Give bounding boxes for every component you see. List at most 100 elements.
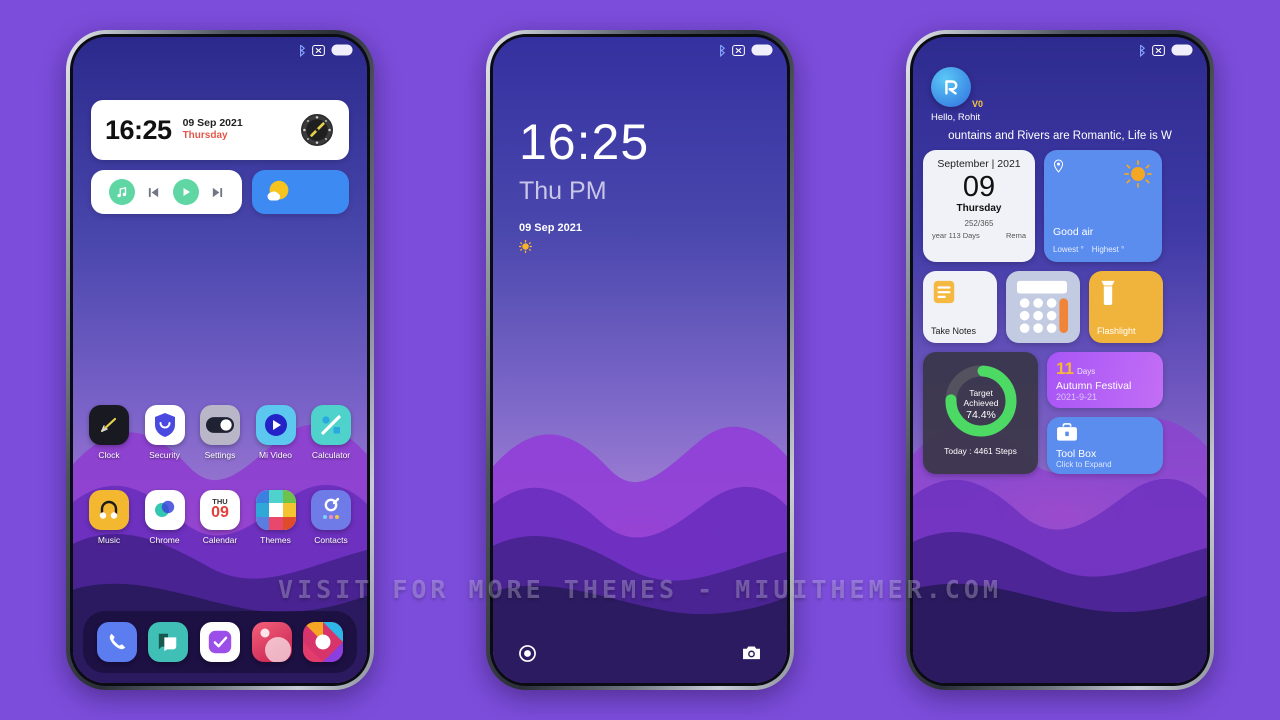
avatar-badge: V0 [971,99,983,109]
steps-progress-ring: Target Achieved 74.4% [945,365,1016,437]
contacts-icon [311,490,351,530]
phone-device-1: 16:25 09 Sep 2021 Thursday Clock Securit… [66,30,374,690]
steps-title2: Achieved [963,398,998,408]
toolbox-icon [1057,423,1077,441]
festival-countdown-row: 11 Days [1056,359,1154,379]
camera-icon[interactable] [742,645,761,667]
app-contacts[interactable]: Contacts [307,490,355,545]
gallery-icon[interactable] [251,622,292,662]
lockscreen-shortcuts [493,645,787,667]
quote-text: ountains and Rivers are Romantic, Life i… [948,130,1172,142]
calendar-widget[interactable]: September | 2021 09 Thursday 252/365 yea… [923,150,1035,262]
calendar-remaining: Rema [1005,231,1026,241]
calendar-month-year: September | 2021 [937,158,1021,170]
calendar-weekday: Thursday [956,203,1002,215]
lockscreen-clock: 16:25 Thu PM 09 Sep 2021 [519,117,649,258]
temp-lowest: Lowest ° [1053,245,1084,254]
shield-icon [144,405,185,445]
phone-bezel-2: 16:25 Thu PM 09 Sep 2021 [490,34,790,686]
phone-icon[interactable] [96,622,137,662]
toolbox-widget[interactable]: Tool Box Click to Expand [1047,417,1163,474]
temp-highest: Highest ° [1091,245,1125,254]
sun-cloud-icon [267,180,289,201]
screenshot-stage: 16:25 09 Sep 2021 Thursday Clock Securit… [0,0,1280,720]
music-note-icon[interactable] [109,179,136,205]
phone-screen-2: 16:25 Thu PM 09 Sep 2021 [493,37,787,683]
sun-icon [1124,160,1152,193]
app-calendar[interactable]: THU 09 Calendar [196,490,244,545]
themes-grid-icon [255,490,296,530]
steps-caption: Today : 4461 Steps [944,446,1017,456]
lockscreen-time: 16:25 [519,114,650,170]
app-mi-video[interactable]: Mi Video [252,405,300,460]
shortcut-take-notes[interactable]: Take Notes [923,271,997,343]
temp-range: Lowest ° Highest ° [1053,245,1124,254]
phone-bezel-1: 16:25 09 Sep 2021 Thursday Clock Securit… [70,34,370,686]
clock-time: 16:25 [105,114,172,145]
app-themes[interactable]: Themes [252,490,300,545]
festival-date: 2021-9-21 [1056,392,1098,402]
phone-screen-3: V0 Hello, Rohit ountains and Rivers are … [913,37,1207,683]
play-icon[interactable] [172,179,199,205]
phone-screen-1: 16:25 09 Sep 2021 Thursday Clock Securit… [73,37,367,683]
clock-date: 09 Sep 2021 [182,117,243,130]
festival-days-label: Days [1076,367,1096,376]
shortcut-calculator[interactable] [1006,271,1080,343]
phone-frame-1: 16:25 09 Sep 2021 Thursday Clock Securit… [66,30,374,690]
dock [83,611,357,673]
toolbox-title: Tool Box [1056,448,1097,460]
app-label: Contacts [314,535,348,545]
weather-widget-3[interactable]: Good air Lowest ° Highest ° [1044,150,1162,262]
messages-icon[interactable] [148,622,189,662]
toolbox-subtitle: Click to Expand [1056,460,1112,469]
compass-icon [301,114,333,146]
lockscreen-ampm: Thu PM [519,177,607,205]
app-label: Clock [98,450,120,460]
status-bar-2 [493,37,787,63]
percent-icon [311,405,351,445]
app-security[interactable]: Security [141,405,189,460]
bluetooth-icon [300,44,306,57]
calendar-day: 09 [211,504,229,522]
previous-track-icon[interactable] [147,186,160,199]
widget-dashboard: V0 Hello, Rohit ountains and Rivers are … [913,37,1207,683]
record-circle-icon[interactable] [519,645,536,667]
check-square-icon[interactable] [199,622,240,662]
festival-days: 11 [1056,359,1074,378]
calendar-day-number: 09 [962,171,996,203]
air-quality-text: Good air [1053,226,1094,238]
battery-icon [751,44,773,56]
festival-widget[interactable]: 11 Days Autumn Festival 2021-9-21 [1047,352,1163,408]
battery-icon [331,44,353,56]
calendar-footer: year 113 Days Rema [929,231,1029,240]
silent-mode-icon [1152,44,1165,56]
app-calculator[interactable]: Calculator [307,405,355,460]
calendar-elapsed: year 113 Days [932,231,980,241]
avatar[interactable]: V0 [931,67,983,109]
next-track-icon[interactable] [211,186,224,199]
app-label: Security [149,450,180,460]
app-chrome[interactable]: Chrome [141,490,189,545]
app-settings[interactable]: Settings [196,405,244,460]
shortcut-flashlight[interactable]: Flashlight [1089,271,1163,343]
music-widget[interactable] [91,170,243,214]
app-music[interactable]: Music [85,490,133,545]
weather-widget[interactable] [252,170,350,214]
steps-widget[interactable]: Target Achieved 74.4% Today : 4461 Steps [923,352,1038,474]
camera-pinwheel-icon[interactable] [303,622,344,662]
steps-percent: 74.4% [966,409,996,421]
phone-frame-2: 16:25 Thu PM 09 Sep 2021 [486,30,794,690]
app-clock[interactable]: Clock [85,405,133,460]
widget-row-2 [91,170,350,214]
play-circle-icon [255,405,296,445]
clock-icon [89,405,129,445]
bluetooth-icon [720,44,726,57]
profile-header: V0 Hello, Rohit [923,67,1197,123]
weather-sun-icon [519,240,649,258]
lockscreen-date: 09 Sep 2021 [519,222,582,234]
phone-device-2: 16:25 Thu PM 09 Sep 2021 [486,30,794,690]
greeting-text: Hello, Rohit [931,112,981,123]
app-label: Chrome [149,535,180,545]
shortcut-label: Take Notes [931,326,977,336]
clock-widget[interactable]: 16:25 09 Sep 2021 Thursday [91,100,349,160]
